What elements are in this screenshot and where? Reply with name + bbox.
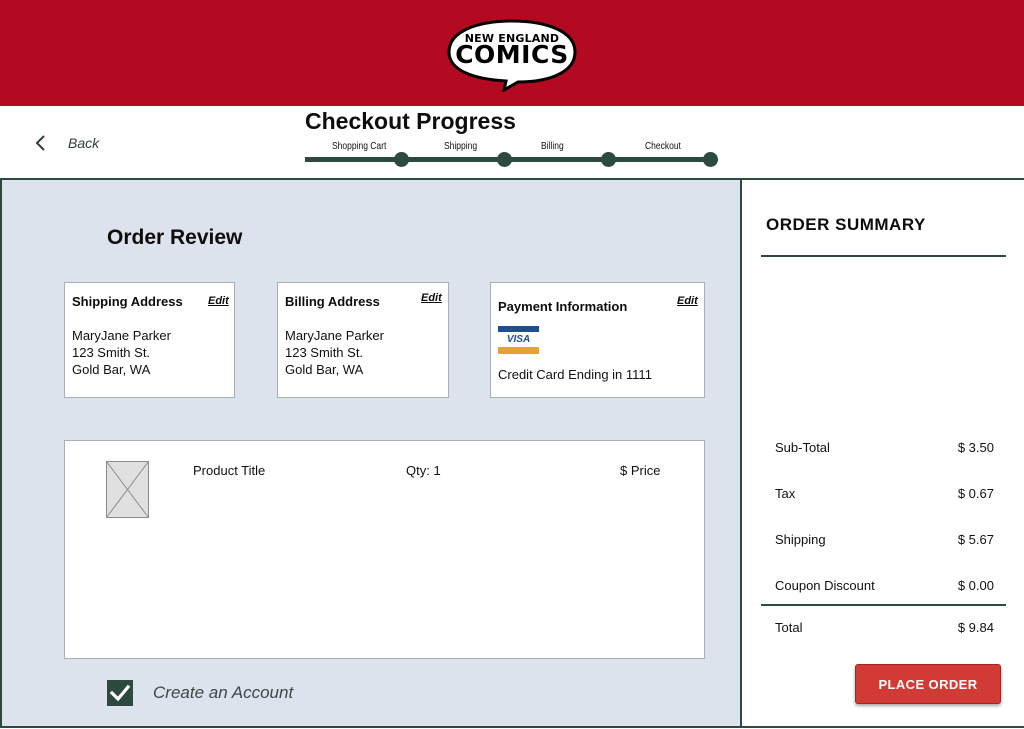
shipping-street: 123 Smith St. — [72, 345, 151, 360]
create-account-label: Create an Account — [153, 683, 294, 702]
shipping-address-card: Shipping Address Edit MaryJane Parker 12… — [64, 282, 235, 398]
visa-card-icon: VISA — [498, 326, 539, 354]
store-logo[interactable]: NEW ENGLAND COMICS — [446, 18, 578, 92]
progress-title: Checkout Progress — [305, 108, 516, 134]
checkbox-checked-icon[interactable] — [107, 680, 133, 706]
visa-brand-text: VISA — [498, 332, 539, 347]
shipping-cost-value: $ 5.67 — [957, 532, 994, 547]
progress-dot-billing — [601, 152, 616, 167]
payment-edit-link[interactable]: Edit — [677, 295, 698, 307]
shipping-address-title: Shipping Address — [72, 294, 183, 309]
payment-information-title: Payment Information — [498, 299, 628, 314]
coupon-discount-label: Coupon Discount — [775, 578, 875, 593]
total-label: Total — [775, 620, 803, 635]
billing-city: Gold Bar, WA — [285, 362, 364, 377]
coupon-discount-value: $ 0.00 — [957, 578, 994, 593]
progress-dot-shipping — [497, 152, 512, 167]
billing-address-card: Billing Address Edit MaryJane Parker 123… — [277, 282, 449, 398]
back-label: Back — [68, 135, 100, 151]
card-ending-text: Credit Card Ending in 1111 — [498, 367, 652, 382]
shipping-name: MaryJane Parker — [72, 328, 171, 343]
progress-dot-checkout — [703, 152, 718, 167]
step-label-shopping-cart: Shopping Cart — [332, 141, 387, 152]
billing-edit-link[interactable]: Edit — [421, 292, 442, 304]
back-button[interactable]: Back — [34, 132, 99, 154]
product-price: $ Price — [620, 463, 661, 478]
summary-divider-top — [761, 255, 1006, 257]
progress-dot-shopping-cart — [394, 152, 409, 167]
step-label-checkout: Checkout — [645, 141, 681, 152]
shipping-city: Gold Bar, WA — [72, 362, 151, 377]
logo-text-main: COMICS — [455, 40, 569, 69]
create-account-checkbox[interactable]: Create an Account — [107, 680, 293, 706]
billing-address-title: Billing Address — [285, 294, 380, 309]
order-summary-title: ORDER SUMMARY — [766, 215, 926, 234]
summary-divider-total — [761, 604, 1006, 606]
tax-value: $ 0.67 — [957, 486, 994, 501]
step-label-shipping: Shipping — [444, 141, 478, 152]
total-value: $ 9.84 — [957, 620, 994, 635]
step-label-billing: Billing — [541, 141, 564, 152]
chevron-left-icon — [35, 135, 45, 151]
product-qty: Qty: 1 — [406, 463, 441, 478]
order-review-title: Order Review — [107, 226, 243, 249]
image-placeholder-icon — [106, 461, 149, 518]
shipping-cost-label: Shipping — [775, 532, 826, 547]
tax-label: Tax — [775, 486, 796, 501]
payment-information-card: Payment Information Edit VISA Credit Car… — [490, 282, 705, 398]
subtotal-value: $ 3.50 — [957, 440, 994, 455]
place-order-button[interactable]: PLACE ORDER — [855, 664, 1001, 704]
billing-street: 123 Smith St. — [285, 345, 364, 360]
shipping-edit-link[interactable]: Edit — [208, 295, 229, 307]
billing-name: MaryJane Parker — [285, 328, 384, 343]
cart-item: Product Title Qty: 1 $ Price — [64, 440, 705, 659]
subtotal-label: Sub-Total — [775, 440, 830, 455]
product-title: Product Title — [193, 463, 266, 478]
